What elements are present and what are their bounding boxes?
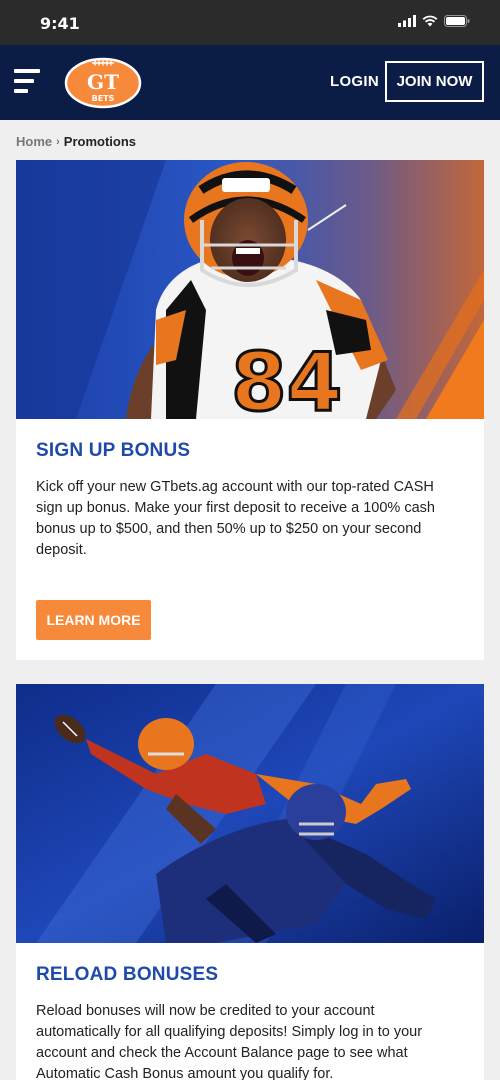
breadcrumb: Home › Promotions xyxy=(16,134,136,149)
breadcrumb-home-link[interactable]: Home xyxy=(16,134,52,149)
login-button[interactable]: LOGIN xyxy=(330,73,379,90)
status-time: 9:41 xyxy=(40,14,80,33)
wifi-icon xyxy=(422,15,438,27)
promo-card-reload: RELOAD BONUSES Reload bonuses will now b… xyxy=(16,684,484,1080)
promo-title: SIGN UP BONUS xyxy=(36,440,191,461)
battery-icon xyxy=(444,15,470,27)
svg-text:GT: GT xyxy=(87,70,119,94)
promo-hero-image-football-player: 84 xyxy=(16,160,484,419)
hamburger-menu-button[interactable] xyxy=(14,69,42,95)
promo-description: Kick off your new GTbets.ag account with… xyxy=(36,479,435,558)
site-header: GT BETS LOGIN JOIN NOW xyxy=(0,45,500,120)
breadcrumb-separator: › xyxy=(56,135,60,148)
promo-hero-image-diving-players xyxy=(16,684,484,943)
join-now-button[interactable]: JOIN NOW xyxy=(385,61,484,102)
promo-title: RELOAD BONUSES xyxy=(36,964,219,985)
promo-description: Reload bonuses will now be credited to y… xyxy=(36,1003,423,1080)
svg-text:BETS: BETS xyxy=(92,94,115,103)
breadcrumb-current: Promotions xyxy=(63,134,137,149)
status-icons xyxy=(398,15,470,27)
learn-more-button[interactable]: LEARN MORE xyxy=(36,600,151,640)
gtbets-logo[interactable]: GT BETS xyxy=(64,57,142,109)
promo-card-signup: 84 SIGN UP BONUS Kick off your new GTbet… xyxy=(16,160,484,660)
svg-text:84: 84 xyxy=(231,336,342,419)
signal-icon xyxy=(398,15,416,27)
status-bar: 9:41 xyxy=(0,0,500,45)
